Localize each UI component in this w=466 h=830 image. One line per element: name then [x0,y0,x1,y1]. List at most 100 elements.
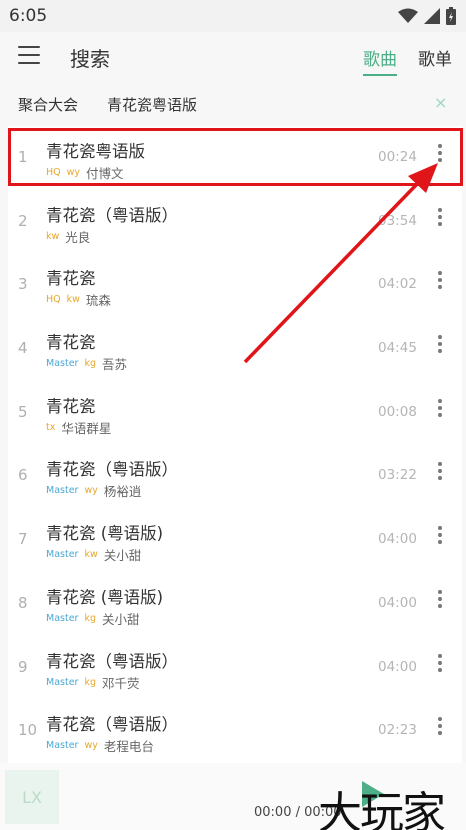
song-duration: 04:00 [378,594,417,611]
player-time: 00:00 / 00:00 [254,805,342,820]
song-index: 10 [18,721,38,740]
source-selector[interactable]: 聚合大会 [18,94,78,115]
song-title: 青花瓷 [46,269,96,289]
song-singer: 关小甜 [102,611,140,627]
song-row[interactable]: 7 青花瓷 (粤语版) Master kw 关小甜 04:00 [8,508,462,572]
song-duration: 03:54 [378,212,417,229]
song-index: 9 [18,657,28,676]
song-row[interactable]: 1 青花瓷粤语版 HQ wy 付博文 00:24 [8,126,462,190]
menu-icon[interactable] [18,46,40,66]
page-title: 搜索 [70,47,110,71]
song-title: 青花瓷 [46,396,96,416]
song-title: 青花瓷（粤语版） [46,715,178,735]
song-index: 6 [18,466,28,485]
song-title: 青花瓷 [46,333,96,353]
song-meta: kw 光良 [46,227,90,246]
source-badge: kg [84,676,96,688]
song-duration: 04:00 [378,658,417,675]
song-duration: 04:00 [378,531,417,548]
song-singer: 老程电台 [103,739,154,755]
song-title: 青花瓷（粤语版） [46,205,178,225]
song-singer: 关小甜 [103,548,142,564]
more-options-icon[interactable] [435,653,445,676]
clear-icon[interactable]: × [434,93,447,112]
more-options-icon[interactable] [435,589,445,612]
source-badge: kw [84,549,98,561]
tab-songs[interactable]: 歌曲 [363,45,397,76]
song-meta: Master wy 老程电台 [46,736,154,755]
more-options-icon[interactable] [435,398,445,421]
song-row[interactable]: 9 青花瓷（粤语版） Master kg 邓千荧 04:00 [8,636,462,700]
song-index: 7 [18,530,28,549]
song-meta: Master wy 杨裕逍 [46,481,141,500]
source-badge: wy [66,167,81,178]
album-cover[interactable]: LX [5,770,59,824]
song-title: 青花瓷（粤语版） [46,460,178,480]
quality-badge: Master [46,485,79,497]
quality-badge: Master [46,676,79,688]
more-options-icon[interactable] [435,526,445,548]
signal-icon [424,8,440,24]
quality-badge: Master [46,549,79,561]
song-singer: 邓千荧 [102,675,140,691]
source-badge: kg [84,612,96,624]
status-icons [398,7,456,25]
song-meta: Master kw 关小甜 [46,545,141,564]
search-input[interactable]: 青花瓷粤语版 [107,94,197,115]
song-index: 5 [18,402,28,421]
status-bar: 6:05 [0,0,466,32]
status-time: 6:05 [9,6,48,26]
more-options-icon[interactable] [435,335,445,357]
song-title: 青花瓷 (粤语版) [46,587,164,607]
song-list: 1 青花瓷粤语版 HQ wy 付博文 00:24 2 青花瓷（粤语版） kw 光良 03:54 3 青花… [8,126,462,763]
song-index: 3 [18,275,28,294]
song-meta: HQ wy 付博文 [46,163,124,182]
song-row[interactable]: 2 青花瓷（粤语版） kw 光良 03:54 [8,190,462,254]
song-meta: Master kg 邓千荧 [46,673,140,692]
source-badge: tx [46,421,56,433]
quality-badge: HQ [46,167,61,178]
song-duration: 04:45 [378,340,417,357]
source-badge: kw [46,230,60,242]
source-badge: wy [84,485,98,497]
song-singer: 光良 [65,229,91,245]
battery-icon [446,7,456,25]
top-bar: 搜索 歌曲 歌单 [0,32,466,80]
more-options-icon[interactable] [435,717,445,739]
source-badge: kg [84,358,96,370]
song-meta: Master kg 吾苏 [46,354,127,373]
song-row[interactable]: 6 青花瓷（粤语版） Master wy 杨裕逍 03:22 [8,444,462,508]
song-duration: 04:02 [378,276,417,293]
song-title: 青花瓷（粤语版） [46,651,178,671]
more-options-icon[interactable] [435,207,445,230]
song-singer: 华语群星 [61,420,112,436]
quality-badge: Master [46,740,79,752]
wifi-icon [398,8,418,23]
song-row[interactable]: 5 青花瓷 tx 华语群星 00:08 [8,381,462,445]
more-options-icon[interactable] [435,144,445,166]
quality-badge: HQ [46,294,61,306]
song-row[interactable]: 8 青花瓷 (粤语版) Master kg 关小甜 04:00 [8,572,462,636]
song-row[interactable]: 10 青花瓷（粤语版） Master wy 老程电台 02:23 [8,699,462,763]
song-title: 青花瓷 (粤语版) [46,524,164,544]
song-index: 8 [18,593,28,612]
song-singer: 吾苏 [102,357,128,373]
quality-badge: Master [46,358,79,370]
song-singer: 付博文 [86,166,124,181]
song-duration: 00:24 [378,149,417,165]
source-badge: wy [84,740,98,752]
song-duration: 02:23 [378,722,417,739]
song-singer: 琉森 [85,293,111,309]
song-title: 青花瓷粤语版 [46,142,145,161]
song-row[interactable]: 4 青花瓷 Master kg 吾苏 04:45 [8,317,462,381]
search-bar: 聚合大会 青花瓷粤语版 × [0,80,466,126]
more-options-icon[interactable] [435,462,445,484]
song-duration: 03:22 [378,467,417,484]
play-icon[interactable] [362,781,384,807]
quality-badge: Master [46,612,79,624]
song-index: 2 [18,211,28,230]
tab-playlists[interactable]: 歌单 [418,45,452,70]
song-row[interactable]: 3 青花瓷 HQ kw 琉森 04:02 [8,253,462,317]
more-options-icon[interactable] [435,271,445,293]
song-meta: tx 华语群星 [46,418,111,437]
